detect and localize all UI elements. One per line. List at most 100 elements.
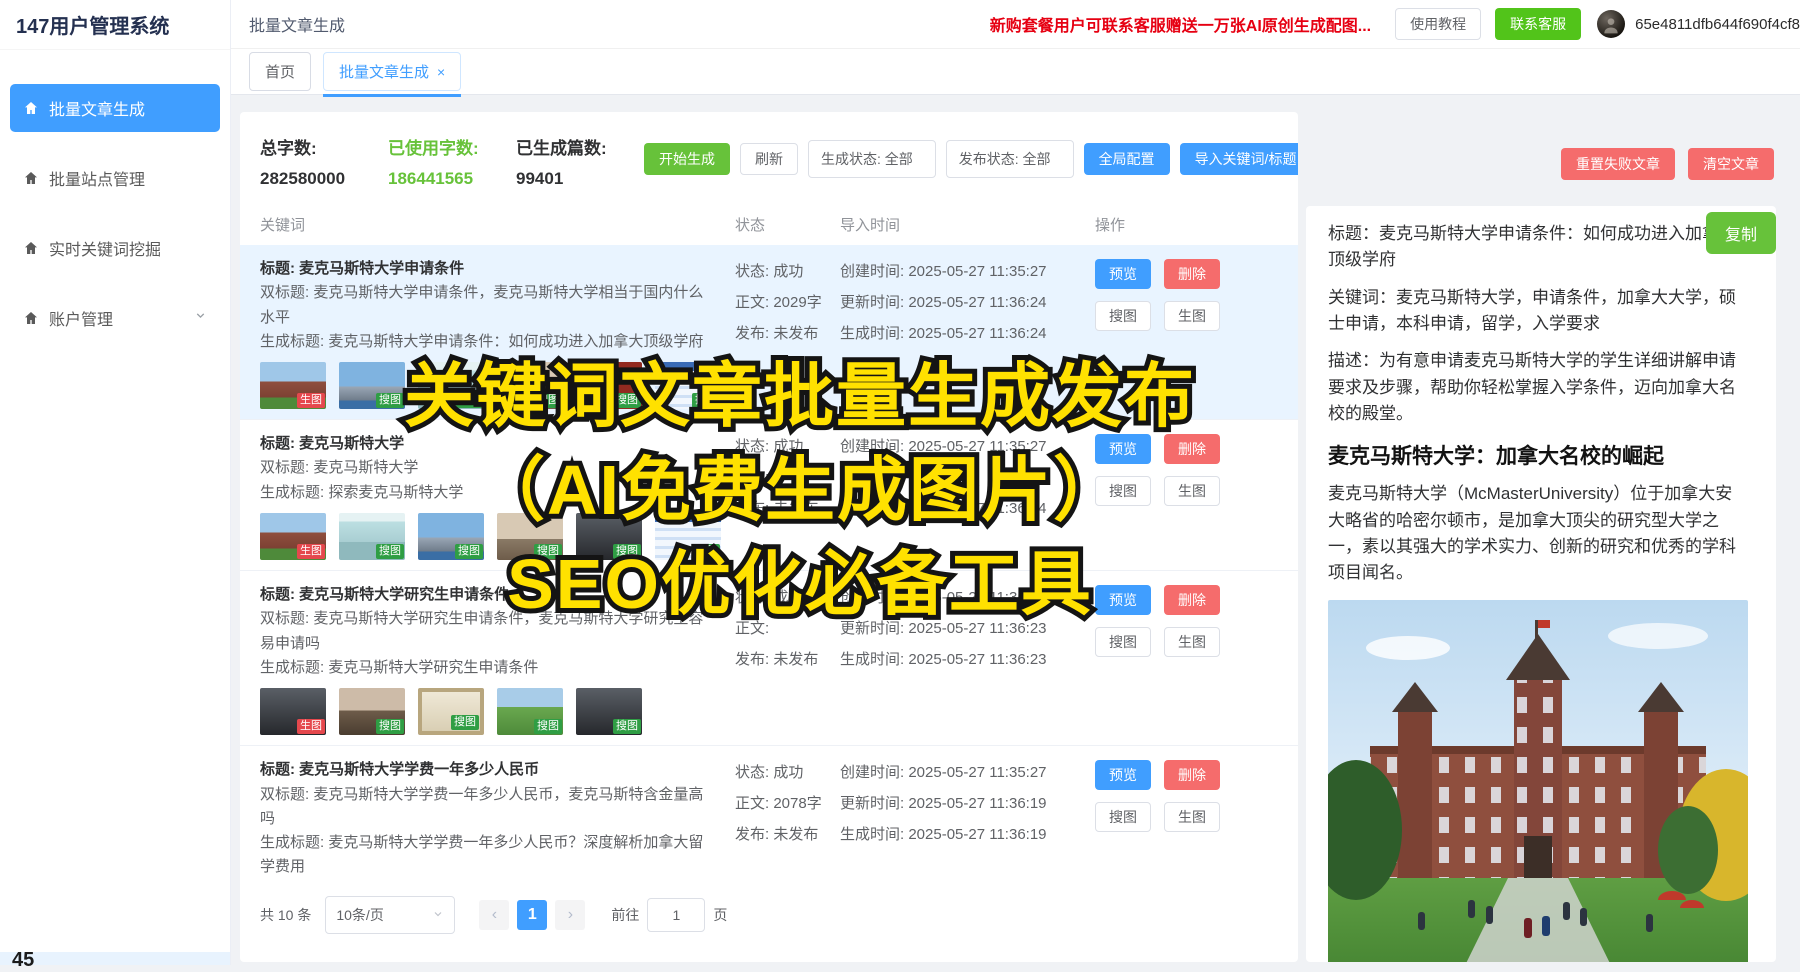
article-thumbnail[interactable]: 搜图	[497, 362, 563, 409]
publish-label: 发布:	[735, 325, 769, 342]
gen-title-value: 麦克马斯特大学研究生申请条件	[328, 659, 538, 676]
time-cell: 创建时间: 2025-05-27 11:35:27 更新时间: 2025-05-…	[840, 758, 1095, 881]
contact-support-button[interactable]: 联系客服	[1495, 8, 1581, 40]
article-thumbnail[interactable]: 生图	[260, 362, 326, 409]
table-row[interactable]: 标题: 麦克马斯特大学申请条件 双标题: 麦克马斯特大学申请条件，麦克马斯特大学…	[240, 245, 1298, 420]
danger-actions: 重置失败文章 清空文章	[1561, 148, 1774, 180]
article-double-title: 双标题: 麦克马斯特大学	[260, 456, 735, 480]
generate-image-button[interactable]: 生图	[1164, 476, 1220, 506]
article-thumbnail[interactable]: 搜图	[418, 688, 484, 735]
corner-text-fragment: 45	[12, 949, 34, 972]
sidebar-item-account[interactable]: 账户管理	[10, 294, 220, 342]
preview-keywords: 关键词：麦克马斯特大学，申请条件，加拿大大学，硕士申请，本科申请，留学，入学要求	[1328, 285, 1748, 338]
gen-title-value: 探索麦克马斯特大学	[328, 484, 463, 501]
article-thumbnail[interactable]: 生图	[260, 513, 326, 560]
search-image-button[interactable]: 搜图	[1095, 301, 1151, 331]
article-thumbnail[interactable]: 搜图	[339, 362, 405, 409]
sidebar-item-batch-site[interactable]: 批量站点管理	[10, 154, 220, 202]
search-image-button[interactable]: 搜图	[1095, 476, 1151, 506]
thumbnail-badge: 搜图	[376, 544, 404, 559]
global-config-button[interactable]: 全局配置	[1084, 143, 1170, 175]
article-title: 标题: 麦克马斯特大学学费一年多少人民币	[260, 758, 735, 782]
preview-button[interactable]: 预览	[1095, 760, 1151, 790]
article-thumbnail[interactable]: 搜图	[418, 513, 484, 560]
table-row[interactable]: 标题: 麦克马斯特大学 双标题: 麦克马斯特大学 生成标题: 探索麦克马斯特大学…	[240, 420, 1298, 571]
sidebar-item-keyword-mining[interactable]: 实时关键词挖掘	[10, 224, 220, 272]
publish-label: 发布:	[735, 500, 769, 517]
avatar[interactable]	[1597, 10, 1625, 38]
generate-image-button[interactable]: 生图	[1164, 301, 1220, 331]
prev-page-icon[interactable]: ‹	[479, 900, 509, 930]
thumbnail-badge: 搜图	[455, 393, 483, 408]
close-icon[interactable]: ×	[437, 64, 445, 80]
reset-failed-button[interactable]: 重置失败文章	[1561, 148, 1675, 180]
delete-button[interactable]: 删除	[1164, 760, 1220, 790]
import-keywords-button[interactable]: 导入关键词/标题	[1180, 143, 1298, 175]
clear-articles-button[interactable]: 清空文章	[1688, 148, 1774, 180]
updated-value: 2025-05-27 11:36:24	[908, 294, 1046, 311]
thumbnail-badge: 搜图	[613, 393, 641, 408]
article-thumbnail[interactable]: 搜图	[655, 362, 721, 409]
preview-button[interactable]: 预览	[1095, 585, 1151, 615]
announcement-link[interactable]: 新购套餐用户可联系客服赠送一万张AI原创生成配图...	[990, 12, 1371, 36]
generate-image-button[interactable]: 生图	[1164, 802, 1220, 832]
gen-title-label: 生成标题:	[260, 659, 324, 676]
sidebar-collapse-bar[interactable]	[0, 952, 230, 965]
keyword-cell: 标题: 麦克马斯特大学学费一年多少人民币 双标题: 麦克马斯特大学学费一年多少人…	[260, 758, 735, 881]
search-image-button[interactable]: 搜图	[1095, 627, 1151, 657]
actions-cell: 预览 删除 搜图 生图	[1095, 583, 1278, 735]
thumbnail-strip: 生图搜图搜图搜图搜图搜图	[260, 513, 735, 560]
tutorial-button[interactable]: 使用教程	[1395, 8, 1481, 40]
created-label: 创建时间:	[840, 764, 904, 781]
article-thumbnail[interactable]: 搜图	[339, 688, 405, 735]
gen-title-label: 生成标题:	[260, 834, 324, 851]
delete-button[interactable]: 删除	[1164, 434, 1220, 464]
title-label: 标题:	[260, 586, 295, 603]
copy-button[interactable]: 复制	[1706, 212, 1776, 254]
thumbnail-badge: 生图	[297, 719, 325, 734]
start-generate-button[interactable]: 开始生成	[644, 143, 730, 175]
gen-title-value: 麦克马斯特大学申请条件：如何成功进入加拿大顶级学府	[328, 333, 703, 350]
article-title: 标题: 麦克马斯特大学	[260, 432, 735, 456]
article-thumbnail[interactable]: 搜图	[497, 513, 563, 560]
article-thumbnail[interactable]: 生图	[260, 688, 326, 735]
table-row[interactable]: 标题: 麦克马斯特大学学费一年多少人民币 双标题: 麦克马斯特大学学费一年多少人…	[240, 746, 1298, 881]
stat-label: 已使用字数:	[388, 134, 492, 159]
delete-button[interactable]: 删除	[1164, 585, 1220, 615]
words-label: 正文:	[735, 620, 769, 637]
publish-line: 发布: 未发布	[735, 645, 840, 676]
pager: ‹ 1 ›	[479, 900, 585, 930]
stat-total-words: 总字数: 282580000	[260, 134, 364, 189]
tab-batch-article[interactable]: 批量文章生成 ×	[323, 52, 461, 91]
generate-status-select[interactable]: 生成状态: 全部	[808, 140, 936, 178]
campus-photo	[1328, 600, 1748, 962]
publish-status-select[interactable]: 发布状态: 全部	[946, 140, 1074, 178]
sidebar-item-batch-article[interactable]: 批量文章生成	[10, 84, 220, 132]
article-thumbnail[interactable]: 搜图	[497, 688, 563, 735]
refresh-button[interactable]: 刷新	[740, 143, 798, 175]
article-thumbnail[interactable]: 搜图	[418, 362, 484, 409]
article-thumbnail[interactable]: 搜图	[576, 513, 642, 560]
status-line: 状态: 成功	[735, 432, 840, 463]
article-thumbnail[interactable]: 搜图	[339, 513, 405, 560]
thumbnail-badge: 搜图	[692, 393, 720, 408]
generate-image-button[interactable]: 生图	[1164, 627, 1220, 657]
gen-time-value: 2025-05-27 11:36:24	[908, 325, 1046, 342]
search-image-button[interactable]: 搜图	[1095, 802, 1151, 832]
keyword-cell: 标题: 麦克马斯特大学 双标题: 麦克马斯特大学 生成标题: 探索麦克马斯特大学…	[260, 432, 735, 560]
next-page-icon[interactable]: ›	[555, 900, 585, 930]
tab-home[interactable]: 首页	[249, 52, 311, 91]
page-size-select[interactable]: 10条/页	[325, 896, 455, 934]
goto-page-input[interactable]	[647, 898, 705, 932]
page-number[interactable]: 1	[517, 900, 547, 930]
delete-button[interactable]: 删除	[1164, 259, 1220, 289]
article-thumbnail[interactable]: 搜图	[576, 362, 642, 409]
preview-button[interactable]: 预览	[1095, 434, 1151, 464]
article-thumbnail[interactable]: 搜图	[576, 688, 642, 735]
preview-button[interactable]: 预览	[1095, 259, 1151, 289]
article-thumbnail[interactable]: 搜图	[655, 513, 721, 560]
words-line: 正文: 2078字	[735, 789, 840, 820]
table-row[interactable]: 标题: 麦克马斯特大学研究生申请条件 双标题: 麦克马斯特大学研究生申请条件，麦…	[240, 571, 1298, 746]
thumbnail-badge: 搜图	[376, 393, 404, 408]
double-title-value: 麦克马斯特大学学费一年多少人民币，麦克马斯特含金量高吗	[260, 786, 703, 827]
